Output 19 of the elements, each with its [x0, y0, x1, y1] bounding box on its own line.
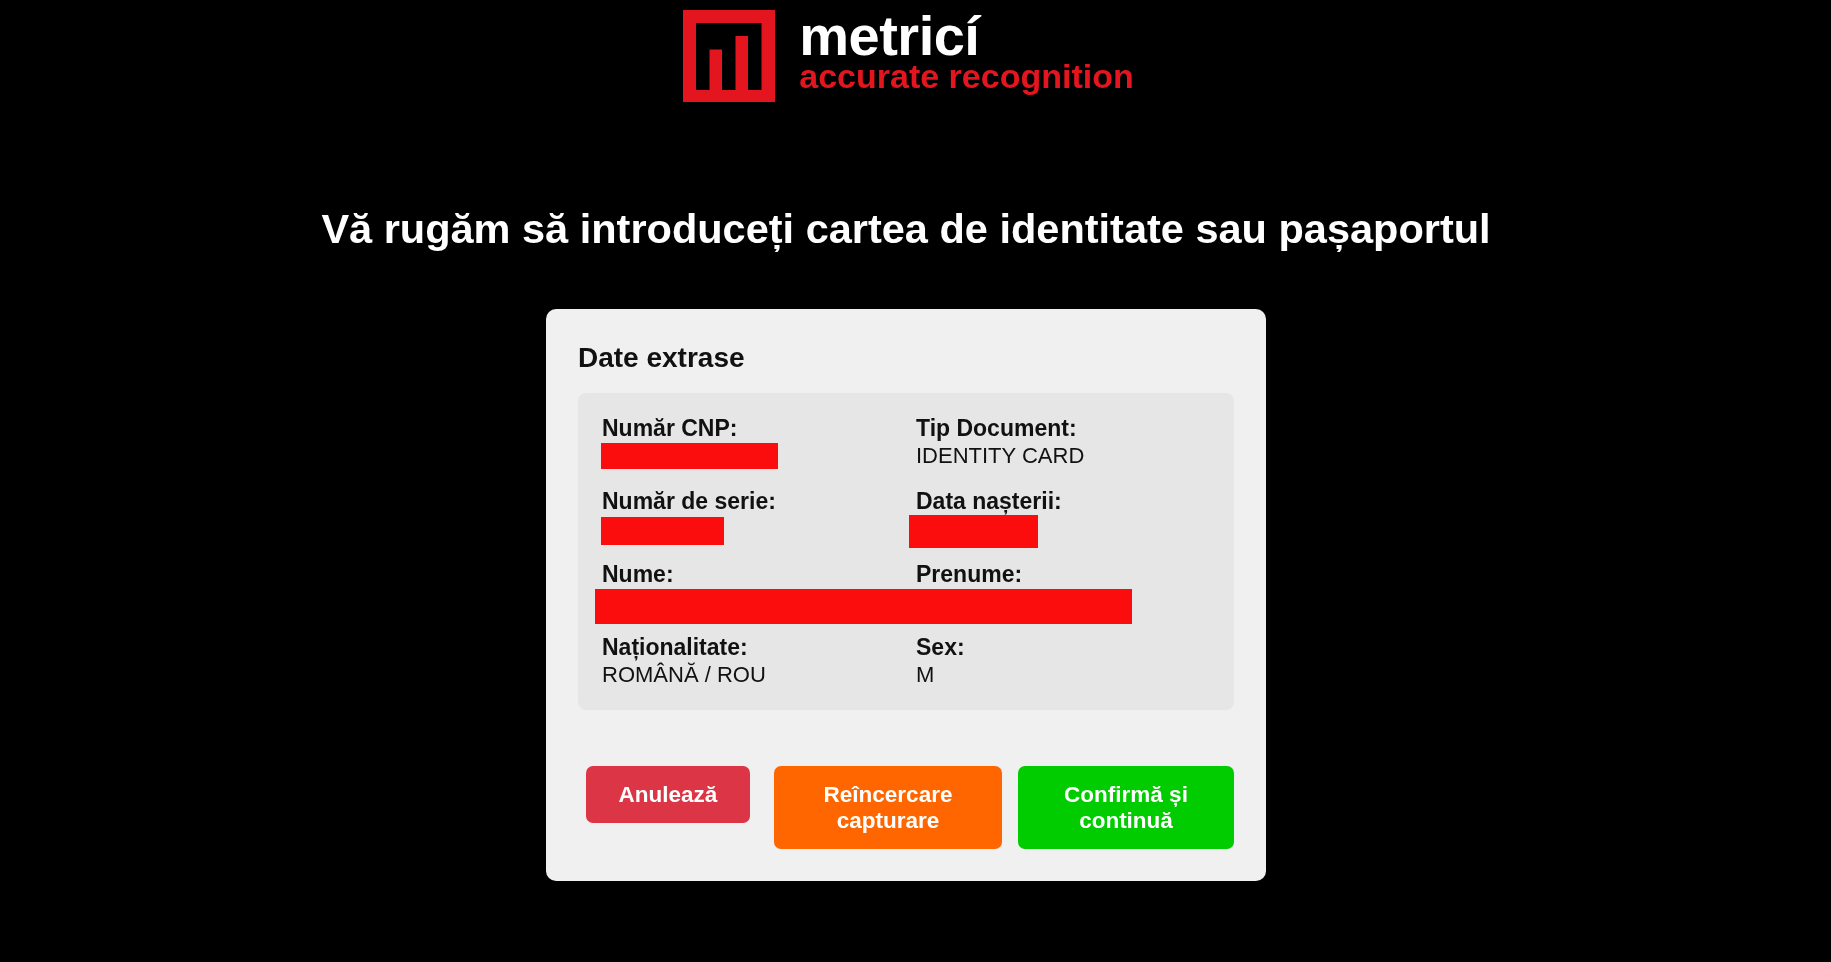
field-value: IDENTITY CARD [916, 442, 1085, 469]
field-label: Data nașterii: [916, 488, 1062, 515]
field-label: Prenume: [916, 561, 1023, 588]
page-heading: Vă rugăm să introduceți cartea de identitate sau pașaportul [321, 205, 1491, 253]
logo-icon [683, 10, 776, 102]
field-value: M [916, 661, 935, 688]
field-label: Nume: [602, 561, 674, 588]
field-label: Sex: [916, 634, 965, 661]
retry-button[interactable]: Reîncercare capturare [774, 766, 1002, 849]
cancel-button[interactable]: Anulează [586, 766, 750, 823]
field-value: ROMÂNĂ / ROU [602, 661, 766, 688]
brand-name: metricí [799, 10, 982, 62]
field-label: Număr de serie: [602, 488, 776, 515]
field-label: Număr CNP: [602, 415, 738, 442]
field-label: Naționalitate: [602, 634, 748, 661]
card-title: Date extrase [578, 342, 746, 374]
field-label: Tip Document: [916, 415, 1077, 442]
confirm-button[interactable]: Confirmă și continuă [1018, 766, 1234, 849]
brand-tagline: accurate recognition [799, 59, 1134, 93]
